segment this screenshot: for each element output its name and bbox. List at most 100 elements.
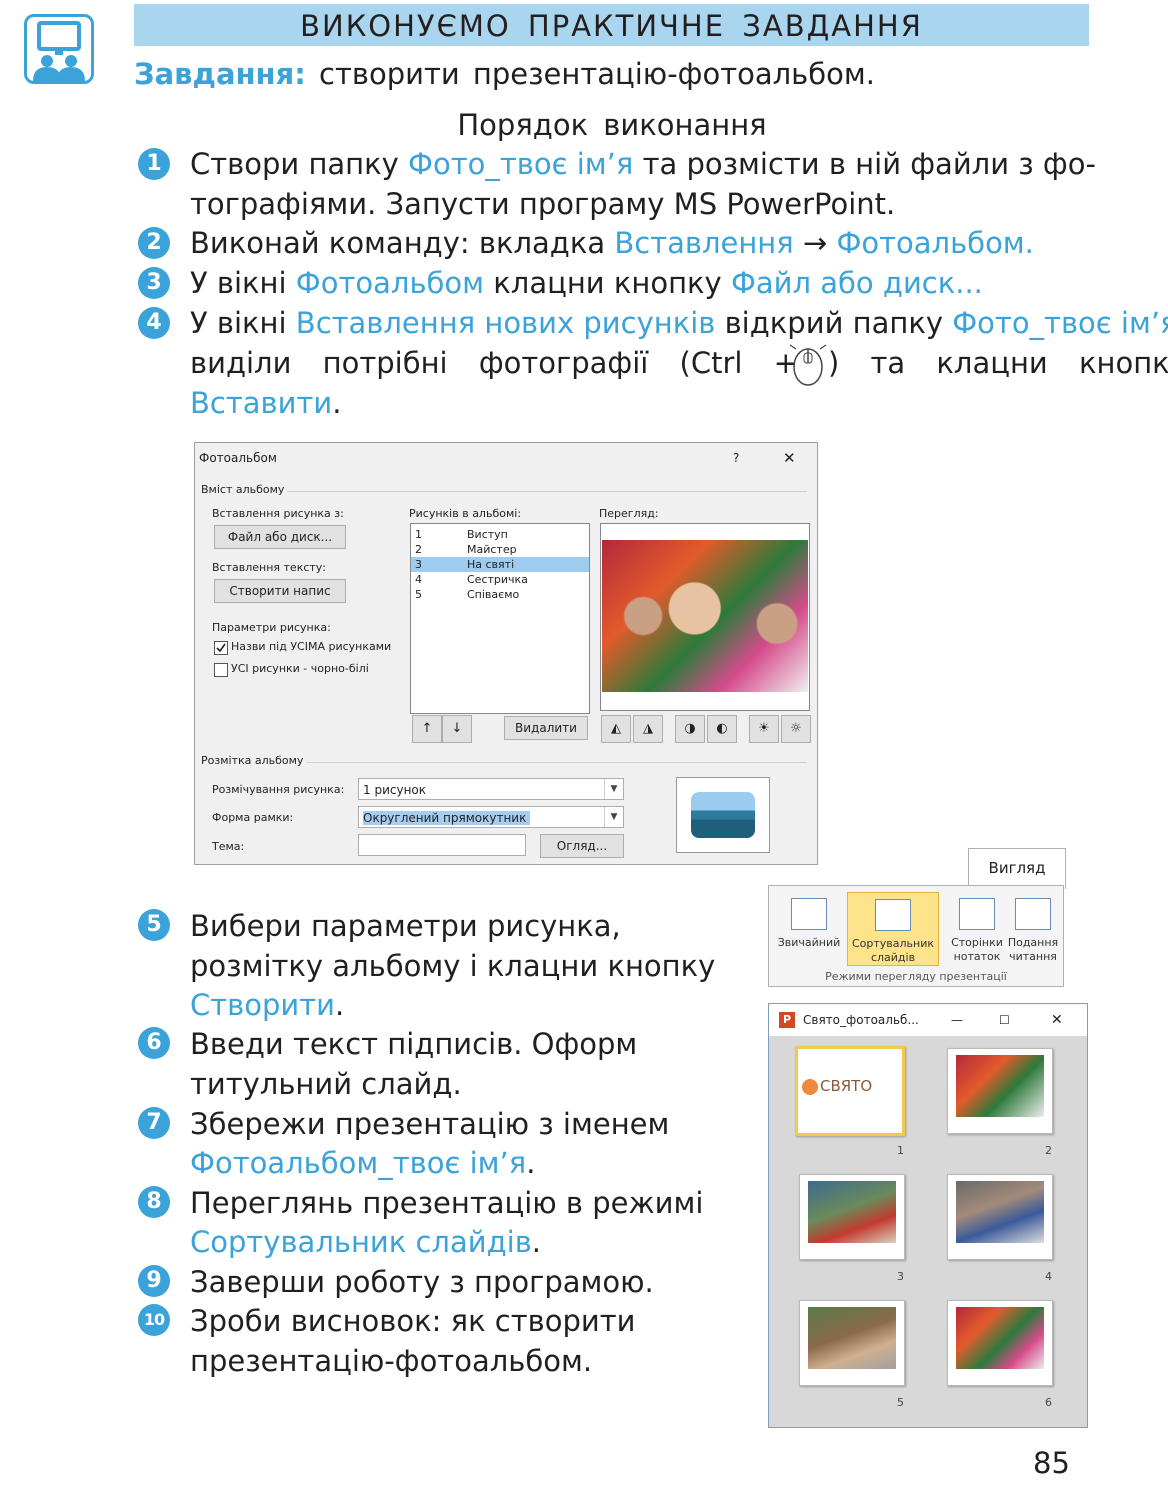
contrast-down-icon[interactable]: ◐ — [707, 715, 737, 743]
slide-thumbnail[interactable]: СВЯТО — [795, 1046, 905, 1136]
preview-label: Перегляд: — [599, 507, 659, 520]
step-number: 9 — [138, 1265, 170, 1297]
picture-layout-select[interactable]: 1 рисунок ▼ — [358, 778, 624, 800]
slide-sorter-button[interactable]: Сортувальник слайдів — [847, 892, 939, 966]
slide-photo — [808, 1307, 896, 1369]
black-white-option-label: УСІ рисунки - чорно-білі — [231, 662, 369, 675]
move-down-button[interactable]: ↓ — [442, 715, 472, 743]
minimize-icon[interactable]: — — [951, 1004, 963, 1036]
pictures-in-album-label: Рисунків в альбомі: — [409, 507, 522, 520]
mouse-icon — [788, 343, 828, 397]
layout-group-label: Розмітка альбому — [201, 754, 304, 767]
insert-from-label: Вставлення рисунка з: — [212, 507, 344, 520]
chevron-down-icon[interactable]: ▼ — [604, 779, 623, 799]
slide-photo — [808, 1181, 896, 1243]
step-number: 10 — [138, 1304, 170, 1336]
list-item-number: 1 — [415, 528, 422, 541]
file-or-disk-button[interactable]: Файл або диск... — [214, 525, 346, 549]
order-title: Порядок виконання — [457, 108, 767, 142]
group-divider — [287, 491, 807, 492]
step-number: 4 — [138, 307, 170, 339]
close-icon[interactable]: ✕ — [783, 449, 796, 467]
slide-number: 2 — [1045, 1144, 1052, 1157]
contrast-up-icon[interactable]: ◑ — [675, 715, 705, 743]
list-item[interactable]: 5 Співаємо — [411, 587, 589, 602]
list-item[interactable]: 3 На святі — [411, 557, 589, 572]
step-number: 6 — [138, 1027, 170, 1059]
step-1-line-1: Створи папку Фото_твоє ім’я та розмісти … — [190, 147, 1096, 181]
remove-button[interactable]: Видалити — [504, 716, 588, 740]
step-5-line-1: Вибери параметри рисунка, — [190, 909, 621, 943]
frame-shape-select[interactable]: Округлений прямокутник ▼ — [358, 806, 624, 828]
slide-number: 1 — [897, 1144, 904, 1157]
captions-option-label: Назви під УСІМА рисунками — [231, 640, 392, 653]
layout-preview-photo — [691, 792, 755, 838]
close-icon[interactable]: ✕ — [1051, 1004, 1063, 1036]
computer-lesson-icon — [24, 14, 94, 84]
section-title: ВИКОНУЄМО ПРАКТИЧНЕ ЗАВДАННЯ — [300, 9, 923, 43]
slide-thumbnail[interactable] — [947, 1048, 1053, 1134]
group-divider — [307, 762, 807, 763]
list-item-number: 5 — [415, 588, 422, 601]
browse-button[interactable]: Огляд... — [540, 834, 624, 858]
powerpoint-window: P Свято_фотоальб... — ☐ ✕ СВЯТО 1 2 3 4 … — [768, 1003, 1088, 1428]
brightness-down-icon[interactable]: ☼ — [781, 715, 811, 743]
step-number: 2 — [138, 227, 170, 259]
black-white-checkbox[interactable] — [214, 663, 228, 677]
step-3-line: У вікні Фотоальбом клацни кнопку Файл аб… — [190, 266, 983, 300]
list-item-name: Виступ — [467, 528, 508, 541]
slide-number: 4 — [1045, 1270, 1052, 1283]
title-slide-dot — [802, 1079, 818, 1095]
tab-view[interactable]: Вигляд — [968, 848, 1066, 889]
pictures-list[interactable]: 1 Виступ 2 Майстер 3 На святі 4 Сестричка 5 Співа… — [410, 523, 590, 714]
powerpoint-logo-icon: P — [779, 1012, 795, 1028]
step-6-line-1: Введи текст підписів. Оформ — [190, 1027, 638, 1061]
slide-number: 3 — [897, 1270, 904, 1283]
step-8-line-1: Переглянь презентацію в режимі — [190, 1186, 704, 1220]
list-item-name: Співаємо — [467, 588, 520, 601]
step-number: 8 — [138, 1186, 170, 1218]
step-6-line-2: титульний слайд. — [190, 1067, 462, 1101]
picture-layout-label: Розмічування рисунка: — [212, 783, 345, 796]
step-10-line-2: презентацію-фотоальбом. — [190, 1344, 593, 1378]
slide-number: 6 — [1045, 1396, 1052, 1409]
captions-checkbox[interactable] — [214, 641, 228, 655]
slide-thumbnail[interactable] — [947, 1300, 1053, 1386]
slide-thumbnail[interactable] — [947, 1174, 1053, 1260]
reading-view-button[interactable]: Подання читання — [997, 892, 1069, 964]
move-up-button[interactable]: ↑ — [412, 715, 442, 743]
step-number: 5 — [138, 909, 170, 941]
view-ribbon-group: Звичайний Сортувальник слайдів Сторінки но… — [768, 885, 1064, 987]
normal-view-button[interactable]: Звичайний — [773, 892, 845, 964]
slide-thumbnail[interactable] — [799, 1300, 905, 1386]
step-number: 7 — [138, 1107, 170, 1139]
list-item[interactable]: 4 Сестричка — [411, 572, 589, 587]
maximize-icon[interactable]: ☐ — [999, 1004, 1010, 1036]
task-label: Завдання: — [134, 57, 306, 91]
preview-pane — [600, 523, 810, 711]
rotate-left-icon[interactable]: ◭ — [601, 715, 631, 743]
brightness-up-icon[interactable]: ☀ — [749, 715, 779, 743]
task-line: Завдання: створити презентацію-фотоальбо… — [134, 56, 875, 92]
list-item[interactable]: 1 Виступ — [411, 527, 589, 542]
step-4-line-3: Вставити. — [190, 386, 342, 420]
chevron-down-icon[interactable]: ▼ — [604, 807, 623, 827]
slide-photo — [956, 1055, 1044, 1117]
step-10-line-1: Зроби висновок: як створити — [190, 1304, 636, 1338]
theme-input[interactable] — [358, 834, 526, 856]
picture-options-label: Параметри рисунка: — [212, 621, 331, 634]
list-item[interactable]: 2 Майстер — [411, 542, 589, 557]
list-item-name: Сестричка — [467, 573, 528, 586]
step-9-line: Заверши роботу з програмою. — [190, 1265, 654, 1299]
step-4-line-1: У вікні Вставлення нових рисунків відкри… — [190, 306, 1168, 340]
dialog-title: Фотоальбом — [199, 451, 277, 465]
rotate-right-icon[interactable]: ◮ — [633, 715, 663, 743]
slide-photo — [956, 1181, 1044, 1243]
help-button[interactable]: ? — [733, 451, 739, 465]
ribbon-group-label: Режими перегляду презентації — [825, 970, 1007, 983]
list-item-number: 2 — [415, 543, 422, 556]
window-title: Свято_фотоальб... — [803, 1013, 919, 1027]
step-5-line-2: розмітку альбому і клацни кнопку — [190, 949, 716, 983]
new-caption-button[interactable]: Створити напис — [214, 579, 346, 603]
slide-thumbnail[interactable] — [799, 1174, 905, 1260]
